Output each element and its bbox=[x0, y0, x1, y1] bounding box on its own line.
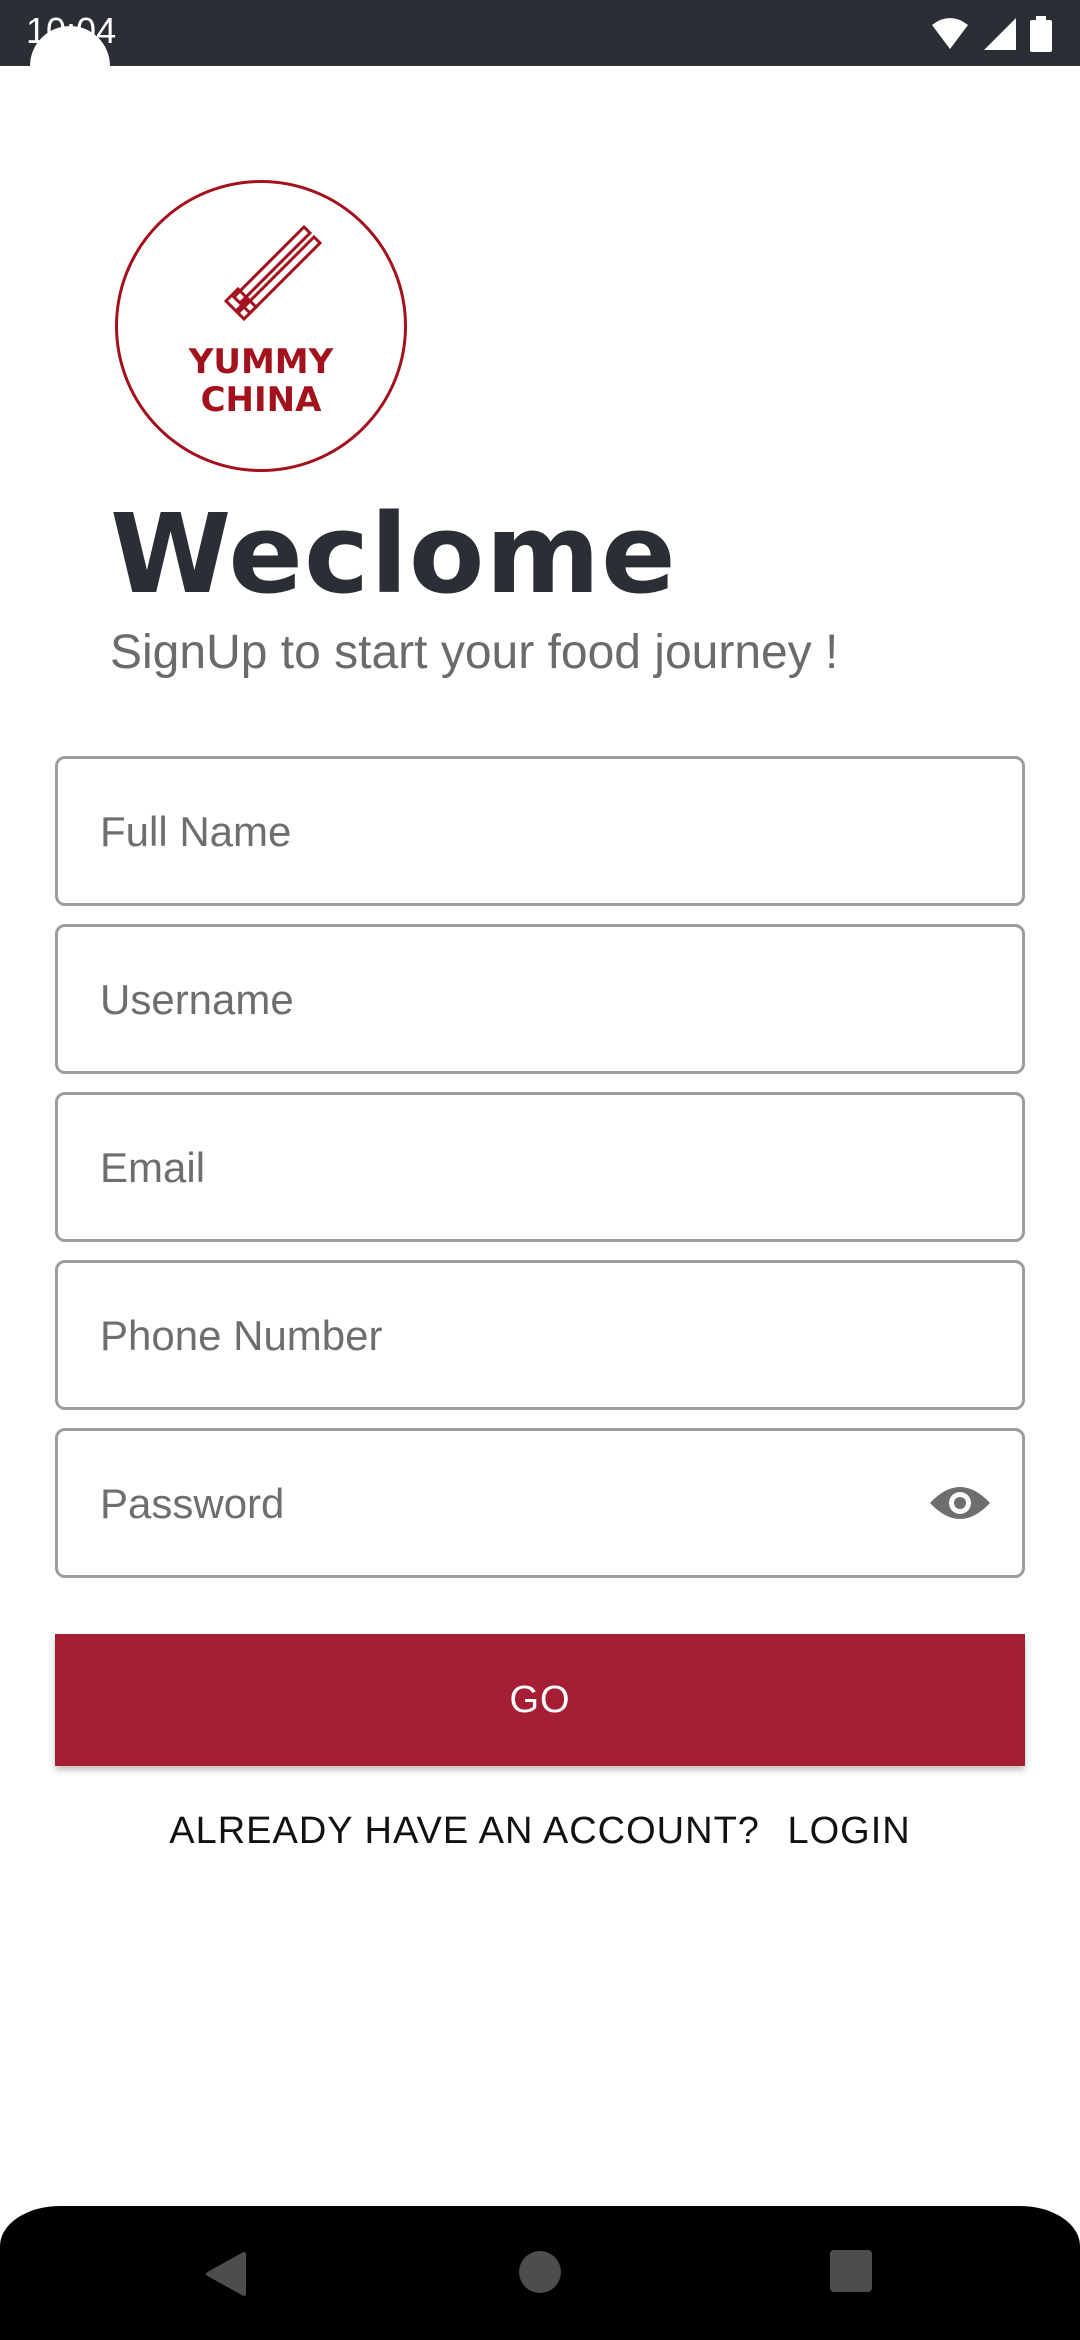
logo-line-1: YUMMY bbox=[188, 342, 334, 382]
status-icons bbox=[930, 14, 1052, 54]
logo: YUMMY CHINA bbox=[115, 180, 407, 472]
recents-icon[interactable] bbox=[830, 2250, 872, 2292]
go-button[interactable]: GO bbox=[55, 1634, 1025, 1766]
phone-field-box bbox=[55, 1260, 1025, 1410]
battery-icon bbox=[1030, 16, 1052, 52]
chopsticks-icon bbox=[223, 224, 323, 322]
full-name-field-box bbox=[55, 756, 1025, 906]
wifi-icon bbox=[932, 18, 968, 49]
navigation-bar bbox=[0, 2206, 1080, 2340]
phone-number-input[interactable] bbox=[98, 1263, 952, 1409]
password-field-box bbox=[55, 1428, 1025, 1578]
logo-text: YUMMY CHINA bbox=[118, 343, 404, 419]
password-input[interactable] bbox=[98, 1431, 882, 1577]
home-icon[interactable] bbox=[518, 2250, 562, 2294]
login-row: ALREADY HAVE AN ACCOUNT? LOGIN bbox=[0, 1810, 1080, 1853]
page-title: Weclome bbox=[110, 490, 677, 618]
logo-line-2: CHINA bbox=[200, 380, 322, 420]
username-field-box bbox=[55, 924, 1025, 1074]
email-input[interactable] bbox=[98, 1095, 952, 1241]
status-bar: 10:04 bbox=[0, 0, 1080, 66]
signal-icon bbox=[984, 18, 1016, 50]
camera-cutout bbox=[30, 26, 110, 106]
back-icon[interactable] bbox=[204, 2250, 248, 2298]
full-name-input[interactable] bbox=[98, 759, 952, 905]
username-input[interactable] bbox=[98, 927, 952, 1073]
already-have-account-text: ALREADY HAVE AN ACCOUNT? bbox=[169, 1810, 760, 1852]
eye-icon[interactable] bbox=[928, 1481, 992, 1525]
page-subtitle: SignUp to start your food journey ! bbox=[110, 626, 839, 679]
email-field-box bbox=[55, 1092, 1025, 1242]
login-link[interactable]: LOGIN bbox=[787, 1810, 910, 1852]
